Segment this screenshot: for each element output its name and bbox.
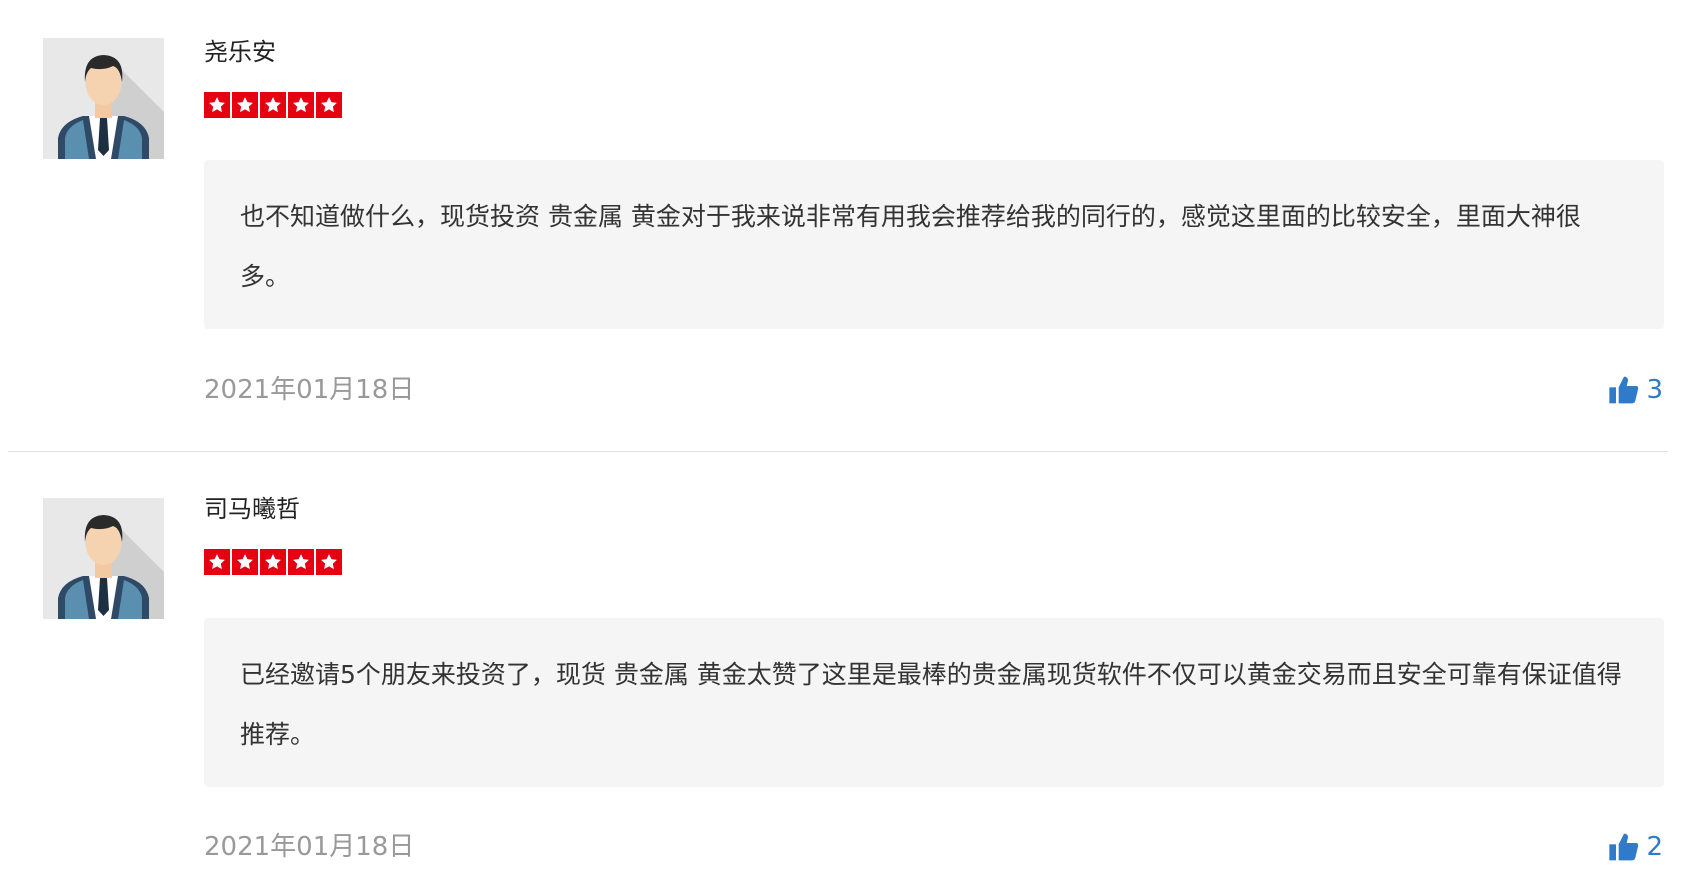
like-count: 2 [1646, 832, 1663, 862]
star-icon [204, 92, 230, 118]
review-item: 尧乐安 也不知道做什么，现货投资 贵金属 黄金对于我来说非常有用我会推荐给我的同… [0, 0, 1692, 455]
thumbs-up-icon [1609, 376, 1639, 404]
user-avatar-icon [43, 38, 164, 159]
user-avatar-icon [43, 498, 164, 619]
review-date: 2021年01月18日 [204, 832, 415, 862]
comment-text: 已经邀请5个朋友来投资了，现货 贵金属 黄金太赞了这里是最棒的贵金属现货软件不仅… [204, 618, 1664, 787]
username: 尧乐安 [204, 38, 276, 66]
star-icon [204, 549, 230, 575]
star-icon [260, 549, 286, 575]
star-icon [316, 549, 342, 575]
like-button[interactable]: 2 [1608, 829, 1663, 865]
star-icon [232, 92, 258, 118]
like-count: 3 [1646, 375, 1663, 405]
username: 司马曦哲 [204, 495, 300, 523]
star-rating [204, 549, 342, 575]
star-icon [232, 549, 258, 575]
review-date: 2021年01月18日 [204, 375, 415, 405]
comment-text: 也不知道做什么，现货投资 贵金属 黄金对于我来说非常有用我会推荐给我的同行的，感… [204, 160, 1664, 329]
divider [8, 451, 1668, 452]
star-rating [204, 92, 342, 118]
star-icon [316, 92, 342, 118]
star-icon [260, 92, 286, 118]
like-button[interactable]: 3 [1608, 372, 1663, 408]
thumbs-up-icon [1609, 833, 1639, 861]
star-icon [288, 549, 314, 575]
review-item: 司马曦哲 已经邀请5个朋友来投资了，现货 贵金属 黄金太赞了这里是最棒的贵金属现… [0, 455, 1692, 884]
star-icon [288, 92, 314, 118]
